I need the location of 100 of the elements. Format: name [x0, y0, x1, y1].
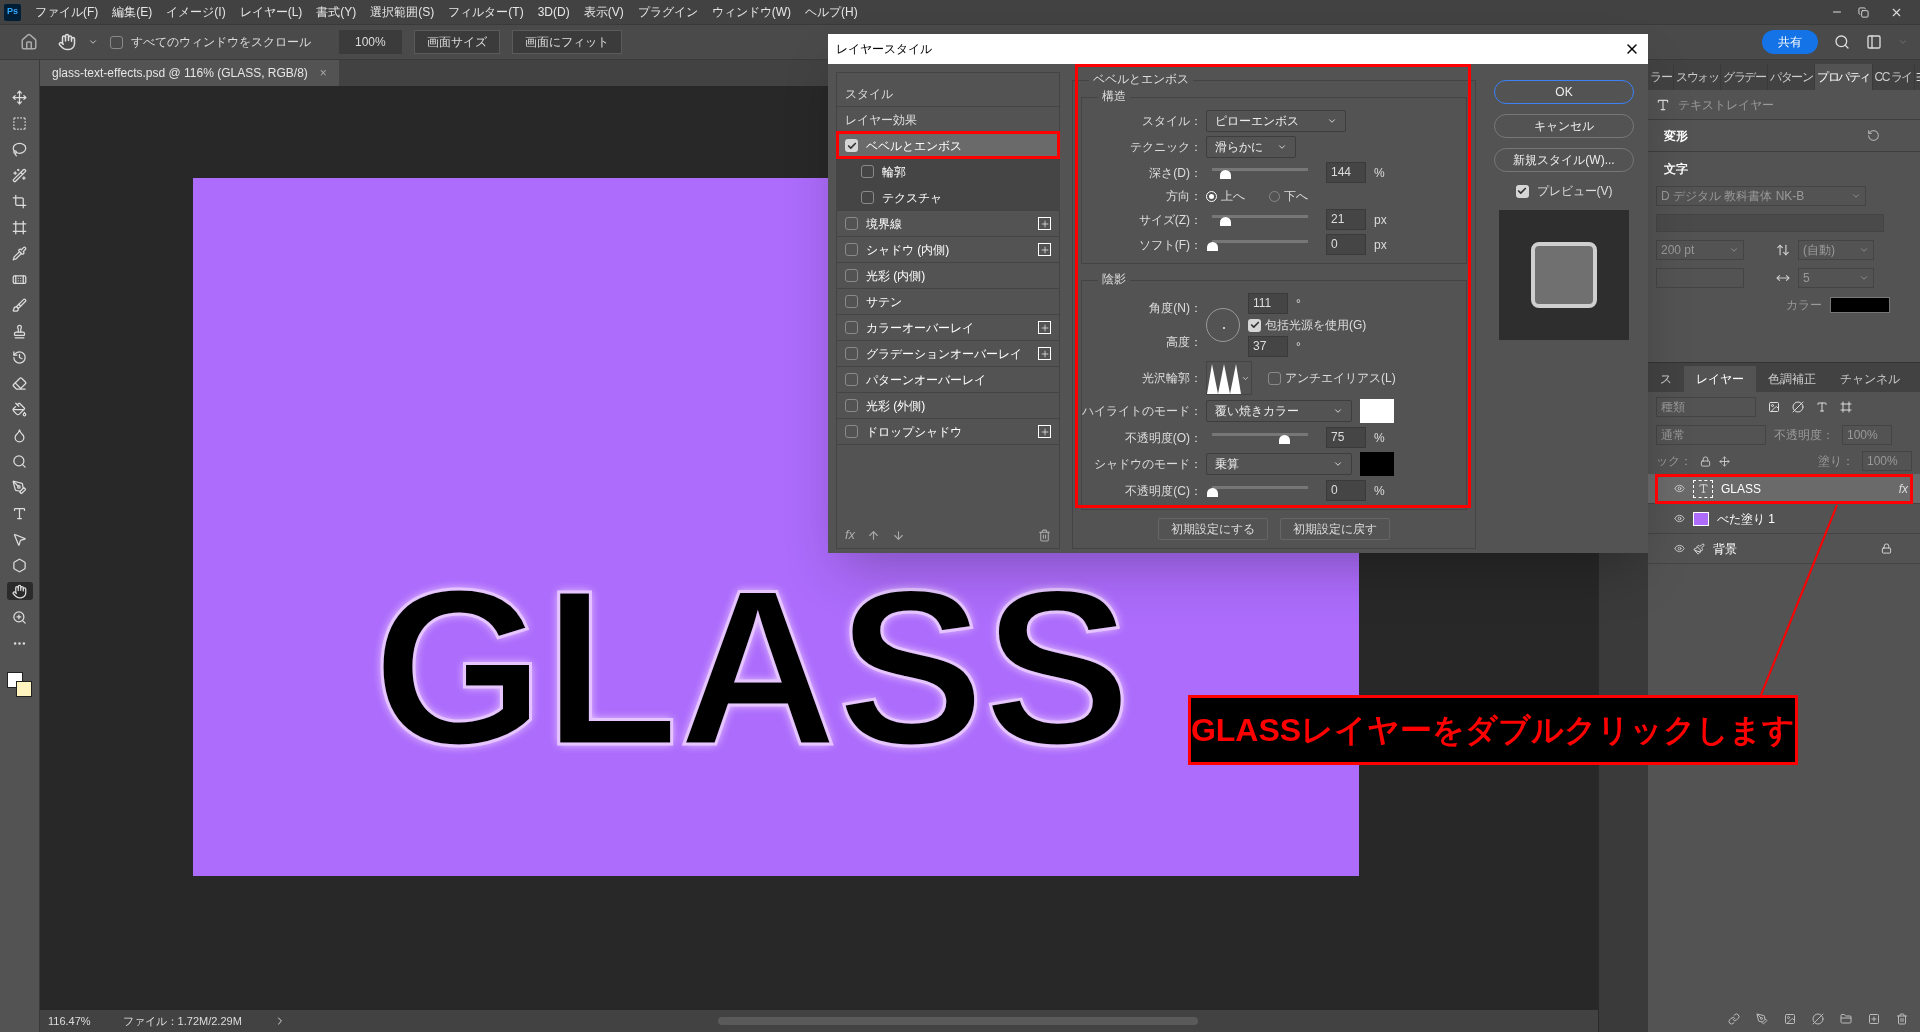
menu-item[interactable]: フィルター(T) — [448, 3, 524, 21]
color-swatch[interactable] — [1360, 399, 1394, 423]
dropdown[interactable]: ピローエンボス — [1206, 110, 1346, 132]
link-icon[interactable] — [1728, 1013, 1740, 1025]
dropdown[interactable]: 覆い焼きカラー — [1206, 400, 1352, 422]
contour-picker[interactable] — [1206, 361, 1252, 395]
effect-item[interactable]: グラデーションオーバーレイ — [837, 341, 1059, 367]
dropdown[interactable]: 滑らかに — [1206, 136, 1296, 158]
toolbar-button[interactable]: 画面にフィット — [511, 30, 622, 54]
number-field[interactable]: 144 — [1326, 162, 1366, 183]
add-icon[interactable] — [1038, 243, 1051, 256]
adjustment-icon[interactable] — [1812, 1013, 1824, 1025]
visibility-icon[interactable] — [1674, 483, 1685, 494]
move-down-icon[interactable] — [892, 528, 906, 542]
panel-tab[interactable]: 色調補正 — [1756, 366, 1828, 392]
effect-item[interactable]: サテン — [837, 289, 1059, 315]
checkbox[interactable] — [110, 35, 123, 49]
checkbox[interactable] — [845, 425, 858, 438]
effect-item[interactable]: 境界線 — [837, 211, 1059, 237]
effect-subitem[interactable]: テクスチャ — [837, 185, 1059, 211]
shape-filter-icon[interactable] — [1840, 401, 1852, 413]
menu-item[interactable]: 編集(E) — [112, 3, 153, 21]
horizontal-scrollbar[interactable] — [717, 1017, 1198, 1025]
new-layer-icon[interactable] — [1868, 1013, 1880, 1025]
list-header[interactable]: スタイル — [837, 81, 1059, 107]
move-up-icon[interactable] — [867, 528, 881, 542]
checkbox[interactable] — [845, 217, 858, 230]
menu-item[interactable]: イメージ(I) — [166, 3, 226, 21]
number-field[interactable]: 75 — [1326, 427, 1366, 448]
reset-icon[interactable] — [1867, 129, 1880, 142]
layer-row[interactable]: べた塗り 1 — [1648, 504, 1920, 534]
checkbox[interactable] — [845, 399, 858, 412]
number-field[interactable]: 0 — [1326, 480, 1366, 501]
panel-tab[interactable]: レイヤー — [1684, 366, 1756, 392]
effect-item[interactable]: パターンオーバーレイ — [837, 367, 1059, 393]
menu-item[interactable]: 選択範囲(S) — [370, 3, 435, 21]
workspace-icon[interactable] — [1866, 34, 1882, 50]
slider-thumb[interactable] — [1220, 216, 1232, 226]
document-tab[interactable]: glass-text-effects.psd @ 116% (GLASS, RGB/8) × — [40, 60, 339, 86]
list-header[interactable]: レイヤー効果 — [837, 107, 1059, 133]
effect-subitem[interactable]: 輪郭 — [837, 159, 1059, 185]
home-icon[interactable] — [20, 33, 38, 51]
visibility-icon[interactable] — [1674, 513, 1685, 524]
slider-thumb[interactable] — [1207, 241, 1218, 251]
checkbox[interactable] — [845, 295, 858, 308]
menu-item[interactable]: 表示(V) — [583, 3, 624, 21]
share-button[interactable]: 共有 — [1762, 30, 1818, 54]
effect-item[interactable]: カラーオーバーレイ — [837, 315, 1059, 341]
lock-position-icon[interactable] — [1719, 455, 1730, 467]
checkbox[interactable] — [845, 269, 858, 282]
add-icon[interactable] — [1038, 217, 1051, 230]
hand-icon[interactable] — [58, 33, 76, 51]
text-color-swatch[interactable] — [1830, 297, 1890, 313]
menu-item[interactable]: ファイル(F) — [35, 3, 99, 21]
add-icon[interactable] — [1038, 347, 1051, 360]
add-icon[interactable] — [1038, 425, 1051, 438]
menu-item[interactable]: プラグイン — [637, 3, 698, 21]
effect-item[interactable]: ドロップシャドウ — [837, 419, 1059, 445]
fx-badge[interactable]: fx — [1898, 479, 1908, 498]
menu-item[interactable]: ヘルプ(H) — [805, 3, 858, 21]
hand-icon[interactable] — [6, 582, 33, 600]
dropdown[interactable]: 乗算 — [1206, 453, 1352, 475]
mask-icon[interactable] — [1784, 1013, 1796, 1025]
checkbox[interactable] — [845, 139, 858, 152]
slider-thumb[interactable] — [1207, 487, 1218, 497]
chevron-icon[interactable] — [88, 37, 98, 47]
effect-item[interactable]: 光彩 (内側) — [837, 263, 1059, 289]
folder-icon[interactable] — [1840, 1013, 1852, 1025]
checkbox[interactable] — [845, 347, 858, 360]
checkbox[interactable] — [1248, 318, 1261, 332]
color-swatch[interactable] — [1360, 452, 1394, 476]
checkbox[interactable] — [1268, 371, 1281, 385]
menu-item[interactable]: レイヤー(L) — [239, 3, 303, 21]
panel-tab[interactable]: スウォッ — [1674, 64, 1721, 90]
color-swatches-icon[interactable] — [6, 672, 33, 698]
trash-icon[interactable] — [1038, 528, 1051, 542]
checkbox[interactable] — [861, 165, 874, 178]
type-filter-icon[interactable] — [1816, 401, 1828, 413]
checkbox[interactable] — [845, 321, 858, 334]
checkbox[interactable] — [845, 373, 858, 386]
checkbox[interactable] — [1515, 184, 1529, 198]
lock-icon[interactable] — [1700, 455, 1711, 467]
slider-thumb[interactable] — [1279, 434, 1290, 444]
menu-item[interactable]: ウィンドウ(W) — [711, 3, 791, 21]
menu-item[interactable]: 3D(D) — [537, 3, 570, 21]
number-field[interactable]: 0 — [1326, 234, 1366, 255]
panel-tab[interactable]: チャンネル — [1828, 366, 1912, 392]
checkbox[interactable] — [861, 191, 874, 204]
zoom-field[interactable]: 100% — [339, 30, 402, 54]
effect-item[interactable]: シャドウ (内側) — [837, 237, 1059, 263]
footer-button[interactable]: 初期設定に戻す — [1280, 518, 1390, 540]
number-field[interactable]: 111 — [1248, 293, 1288, 314]
add-icon[interactable] — [1038, 321, 1051, 334]
number-field[interactable]: 37 — [1248, 336, 1288, 357]
panel-tab[interactable]: グラデー — [1721, 64, 1768, 90]
footer-button[interactable]: 初期設定にする — [1158, 518, 1268, 540]
menu-item[interactable]: 書式(Y) — [316, 3, 357, 21]
effect-item[interactable]: 光彩 (外側) — [837, 393, 1059, 419]
visibility-icon[interactable] — [1674, 543, 1685, 554]
trash-icon[interactable] — [1896, 1013, 1908, 1025]
